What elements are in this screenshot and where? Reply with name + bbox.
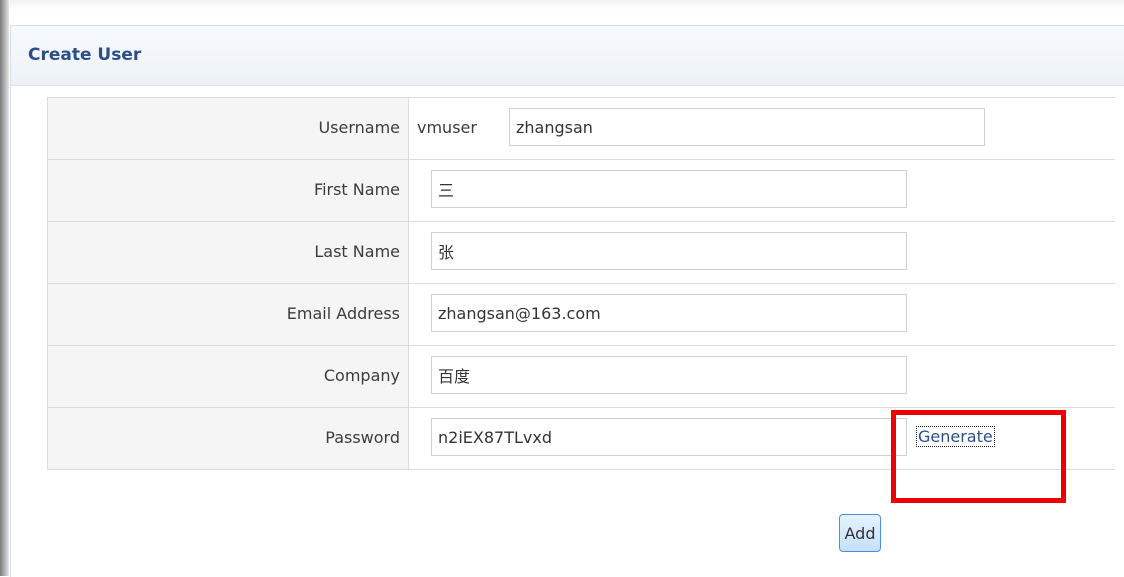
page-title: Create User bbox=[28, 45, 142, 65]
window-frame-left bbox=[0, 0, 9, 576]
value-cell bbox=[409, 160, 1115, 221]
form-row-password: Password Generate bbox=[48, 408, 1115, 470]
top-shadow bbox=[0, 0, 1124, 10]
label-cell: Email Address bbox=[48, 284, 409, 345]
value-cell bbox=[409, 284, 1115, 345]
label-cell: Company bbox=[48, 346, 409, 407]
company-label: Company bbox=[323, 366, 400, 385]
password-label: Password bbox=[325, 428, 400, 447]
value-cell bbox=[409, 346, 1115, 407]
value-cell: Generate bbox=[409, 408, 1115, 469]
create-user-form: Username vmuser First Name Last Name bbox=[47, 97, 1115, 470]
form-row-last-name: Last Name bbox=[48, 222, 1115, 284]
label-cell: Password bbox=[48, 408, 409, 469]
company-input[interactable] bbox=[431, 356, 907, 394]
panel-header: Create User bbox=[11, 26, 1124, 86]
value-cell bbox=[409, 222, 1115, 283]
value-cell: vmuser bbox=[409, 98, 1115, 159]
password-input[interactable] bbox=[431, 418, 907, 456]
email-input[interactable] bbox=[431, 294, 907, 332]
app-window: Create User Username vmuser First Name L… bbox=[0, 0, 1124, 577]
first-name-label: First Name bbox=[314, 180, 400, 199]
label-cell: Last Name bbox=[48, 222, 409, 283]
first-name-input[interactable] bbox=[431, 170, 907, 208]
username-input[interactable] bbox=[509, 108, 985, 146]
last-name-input[interactable] bbox=[431, 232, 907, 270]
add-user-button[interactable]: Add bbox=[839, 514, 881, 552]
last-name-label: Last Name bbox=[314, 242, 400, 261]
email-label: Email Address bbox=[286, 304, 400, 323]
label-cell: First Name bbox=[48, 160, 409, 221]
form-row-first-name: First Name bbox=[48, 160, 1115, 222]
label-cell: Username bbox=[48, 98, 409, 159]
username-prefix: vmuser bbox=[417, 118, 477, 137]
username-label: Username bbox=[318, 118, 400, 137]
form-row-company: Company bbox=[48, 346, 1115, 408]
form-row-username: Username vmuser bbox=[48, 98, 1115, 160]
form-row-email: Email Address bbox=[48, 284, 1115, 346]
generate-password-link[interactable]: Generate bbox=[916, 426, 995, 447]
